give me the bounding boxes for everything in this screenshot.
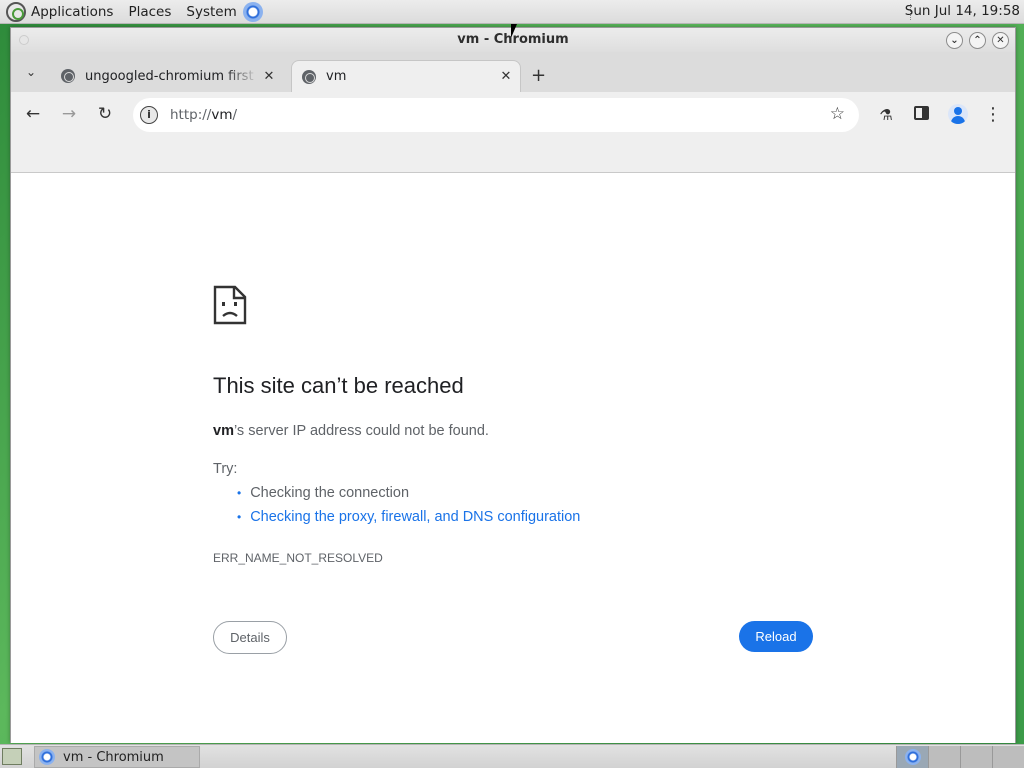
error-code: ERR_NAME_NOT_RESOLVED <box>213 551 383 565</box>
system-menu[interactable]: System <box>186 4 236 20</box>
chromium-icon <box>39 749 55 765</box>
minimize-button[interactable]: ⌄ <box>946 32 963 49</box>
tab-search-button[interactable]: ⌄ <box>21 62 41 82</box>
close-window-button[interactable]: ✕ <box>992 32 1009 49</box>
places-menu[interactable]: Places <box>128 4 171 20</box>
details-button[interactable]: Details <box>213 621 287 654</box>
toolbar-extension-area <box>11 138 1015 173</box>
close-tab-icon[interactable]: ✕ <box>496 69 516 84</box>
sad-page-icon <box>213 285 247 325</box>
suggestion-check-connection: Checking the connection <box>237 485 580 509</box>
new-tab-button[interactable]: + <box>531 65 546 86</box>
back-button[interactable]: ← <box>22 103 44 125</box>
site-info-icon[interactable]: i <box>140 106 158 124</box>
applications-menu[interactable]: Applications <box>31 4 113 20</box>
workspace-1[interactable] <box>896 746 928 768</box>
close-tab-icon[interactable]: ✕ <box>259 69 279 84</box>
reload-button[interactable]: ↻ <box>94 103 116 125</box>
labs-flask-icon[interactable]: ⚗ <box>875 104 897 126</box>
tab-title: ungoogled-chromium first run <box>85 68 259 84</box>
tab-first-run[interactable]: ungoogled-chromium first run ✕ <box>51 60 283 92</box>
side-panel-icon[interactable] <box>914 106 929 120</box>
clock[interactable]: Sun Jul 14, 19:58 <box>905 3 1020 19</box>
address-bar[interactable]: i http://vm/ ☆ <box>133 98 859 132</box>
bottom-panel: vm - Chromium <box>0 744 1024 768</box>
tab-vm[interactable]: vm ✕ <box>291 60 521 92</box>
workspace-4[interactable] <box>992 746 1024 768</box>
url-text[interactable]: http://vm/ <box>170 107 237 123</box>
error-page: This site can’t be reached vm’s server I… <box>11 175 1015 743</box>
top-panel: Applications Places System Sun Jul 14, 1… <box>0 0 1024 24</box>
taskbar-window-button[interactable]: vm - Chromium <box>34 746 200 768</box>
reload-page-button[interactable]: Reload <box>739 621 813 652</box>
globe-icon <box>61 69 75 83</box>
globe-icon <box>302 69 316 84</box>
tab-title: vm <box>326 69 347 84</box>
show-desktop-icon[interactable] <box>2 748 22 765</box>
mate-logo-icon[interactable] <box>6 1 26 22</box>
workspace-3[interactable] <box>960 746 992 768</box>
error-title: This site can’t be reached <box>213 373 464 398</box>
toolbar: ← → ↻ i http://vm/ ☆ ⚗ ⋮ <box>11 92 1015 138</box>
profile-avatar-icon[interactable] <box>948 104 968 124</box>
mouse-cursor-icon <box>511 24 517 38</box>
bookmark-star-icon[interactable]: ☆ <box>830 104 845 124</box>
workspace-2[interactable] <box>928 746 960 768</box>
tab-strip: ⌄ ungoogled-chromium first run ✕ vm ✕ + <box>11 52 1015 92</box>
forward-button[interactable]: → <box>58 103 80 125</box>
browser-window: vm - Chromium ⌄ ⌃ ✕ ⌄ ungoogled-chromium… <box>10 27 1016 743</box>
maximize-button[interactable]: ⌃ <box>969 32 986 49</box>
try-label: Try: <box>213 461 238 477</box>
suggestion-list: Checking the connection Checking the pro… <box>237 485 580 533</box>
chromium-launcher-icon[interactable] <box>242 1 263 22</box>
taskbar-window-label: vm - Chromium <box>63 749 164 765</box>
kebab-menu-icon[interactable]: ⋮ <box>982 104 1004 126</box>
workspace-switcher <box>896 746 1024 768</box>
error-description: vm’s server IP address could not be foun… <box>213 423 489 439</box>
window-menu-icon[interactable] <box>19 35 29 45</box>
suggestion-check-proxy-link[interactable]: Checking the proxy, firewall, and DNS co… <box>237 509 580 533</box>
